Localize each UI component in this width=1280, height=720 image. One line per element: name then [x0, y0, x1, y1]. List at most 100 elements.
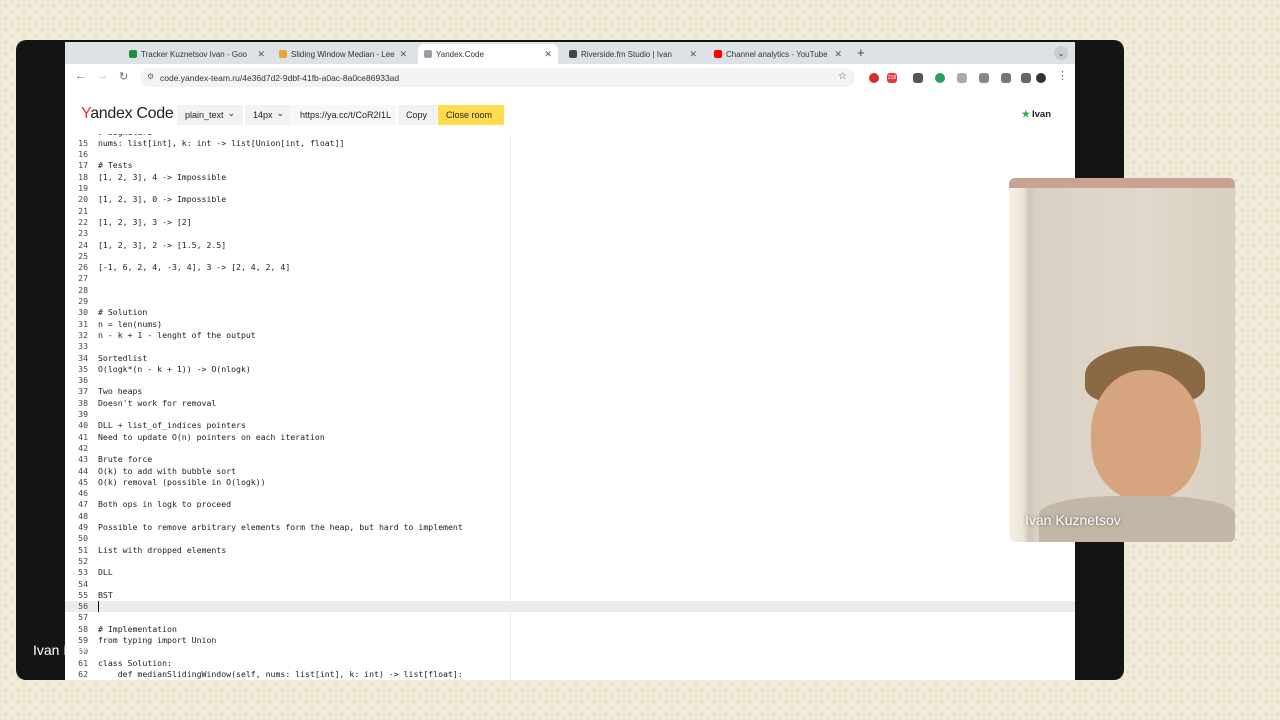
code-line[interactable]: 36: [65, 375, 1075, 386]
line-text: Need to update O(n) pointers on each ite…: [98, 431, 325, 442]
copy-button[interactable]: Copy: [398, 105, 437, 125]
font-size-select[interactable]: 14px: [245, 105, 291, 125]
line-text: O(k) to add with bubble sort: [98, 465, 237, 476]
extension-icon[interactable]: [913, 73, 923, 83]
extension-badge-icon[interactable]: 218: [887, 73, 897, 83]
line-text: List with dropped elements: [98, 544, 227, 555]
code-line[interactable]: 47 Both ops in logk to proceed: [65, 499, 1075, 510]
extension-icon[interactable]: [957, 73, 967, 83]
code-line[interactable]: 21: [65, 206, 1075, 217]
code-line[interactable]: 33: [65, 341, 1075, 352]
code-line[interactable]: 32 n - k + 1 - lenght of the output: [65, 330, 1075, 341]
bookmark-star-icon[interactable]: ☆: [838, 71, 847, 82]
code-line[interactable]: 30 # Solution: [65, 307, 1075, 318]
code-line[interactable]: 28: [65, 285, 1075, 296]
code-line[interactable]: 25: [65, 251, 1075, 262]
text-cursor: [98, 601, 99, 613]
tab-favicon-icon: [569, 50, 577, 58]
code-line[interactable]: 16: [65, 149, 1075, 160]
tab-close-icon[interactable]: ✕: [544, 49, 552, 60]
code-line[interactable]: 35 O(logk*(n - k + 1)) -> O(nlogk): [65, 364, 1075, 375]
line-text: O(logk*(n - k + 1)) -> O(nlogk): [98, 363, 251, 374]
extension-icon[interactable]: [979, 73, 989, 83]
yandex-code-logo[interactable]: Yandex Code: [81, 105, 174, 123]
code-line[interactable]: 31 n = len(nums): [65, 319, 1075, 330]
user-badge[interactable]: ★ Ivan: [1021, 109, 1051, 120]
line-number: 57: [78, 612, 88, 623]
code-line[interactable]: 57: [65, 612, 1075, 623]
code-line[interactable]: 27: [65, 273, 1075, 284]
tab-search-chevron-icon[interactable]: ⌄: [1054, 46, 1068, 60]
code-line[interactable]: 50: [65, 533, 1075, 544]
line-text: [1, 2, 3], 0 -> Impossible: [98, 194, 227, 205]
browser-tab[interactable]: Tracker Kuznetsov Ivan - Goo ✕: [123, 44, 271, 64]
line-number: 19: [78, 183, 88, 193]
code-line[interactable]: 15 nums: list[int], k: int -> list[Union[…: [65, 138, 1075, 149]
code-line[interactable]: 22 [1, 2, 3], 3 -> [2]: [65, 217, 1075, 228]
code-line[interactable]: 20 [1, 2, 3], 0 -> Impossible: [65, 194, 1075, 205]
sidebar-icon[interactable]: [1021, 73, 1031, 83]
code-line[interactable]: 44 O(k) to add with bubble sort: [65, 466, 1075, 477]
line-text: # Solution: [98, 307, 148, 318]
code-line[interactable]: 60: [65, 646, 1075, 657]
code-line[interactable]: 55 BST: [65, 590, 1075, 601]
code-line[interactable]: 24 [1, 2, 3], 2 -> [1.5, 2.5]: [65, 240, 1075, 251]
profile-avatar-icon[interactable]: [1036, 73, 1046, 83]
tab-close-icon[interactable]: ✕: [399, 49, 407, 60]
site-info-icon[interactable]: ⚙: [147, 72, 154, 81]
code-line[interactable]: 39: [65, 409, 1075, 420]
code-line[interactable]: 62 def medianSlidingWindow(self, nums: l…: [65, 669, 1075, 680]
code-line[interactable]: 54: [65, 579, 1075, 590]
code-line[interactable]: 51 List with dropped elements: [65, 545, 1075, 556]
code-line[interactable]: 41 Need to update O(n) pointers on each i…: [65, 432, 1075, 443]
line-number: 23: [78, 228, 88, 239]
code-line[interactable]: 53 DLL: [65, 567, 1075, 578]
code-line[interactable]: 34 Sortedlist: [65, 353, 1075, 364]
browser-tab[interactable]: Riverside.fm Studio | Ivan ✕: [563, 44, 703, 64]
code-line[interactable]: 26 [-1, 6, 2, 4, -3, 4], 3 -> [2, 4, 2, 4…: [65, 262, 1075, 273]
more-menu-icon[interactable]: ⋮: [1057, 69, 1068, 82]
code-line[interactable]: 56: [65, 601, 1075, 613]
browser-tab[interactable]: Yandex.Code ✕: [418, 44, 558, 64]
code-line[interactable]: 48: [65, 511, 1075, 522]
url-input[interactable]: ⚙ code.yandex-team.ru/4e36d7d2-9dbf-41fb…: [140, 68, 855, 87]
line-number: 43: [78, 454, 88, 465]
line-number: 51: [78, 544, 88, 555]
room-link-field[interactable]: https://ya.cc/t/CoR2I1L: [292, 105, 396, 125]
reload-icon[interactable]: ↻: [119, 70, 128, 83]
tab-close-icon[interactable]: ✕: [257, 49, 265, 60]
code-line[interactable]: 61 class Solution:: [65, 658, 1075, 669]
line-number: 38: [78, 397, 88, 408]
forward-arrow-icon[interactable]: →: [97, 70, 108, 82]
code-line[interactable]: 42: [65, 443, 1075, 454]
browser-tab[interactable]: Sliding Window Median - Leet ✕: [273, 44, 413, 64]
tab-close-icon[interactable]: ✕: [689, 49, 697, 60]
code-line[interactable]: 38 Doesn't work for removal: [65, 398, 1075, 409]
code-line[interactable]: 40 DLL + list_of_indices pointers: [65, 420, 1075, 431]
code-line[interactable]: 58 # Implementation: [65, 624, 1075, 635]
code-line[interactable]: 19: [65, 183, 1075, 194]
back-arrow-icon[interactable]: ←: [75, 70, 86, 82]
syntax-select[interactable]: plain_text: [177, 105, 243, 125]
code-line[interactable]: 46: [65, 488, 1075, 499]
close-room-button[interactable]: Close room: [438, 105, 504, 125]
grammarly-icon[interactable]: [935, 73, 945, 83]
code-line[interactable]: 59 from typing import Union: [65, 635, 1075, 646]
code-line[interactable]: 29: [65, 296, 1075, 307]
line-number: 34: [78, 352, 88, 363]
code-line[interactable]: 17 # Tests: [65, 160, 1075, 171]
code-editor[interactable]: # Signature15nums: list[int], k: int -> …: [65, 134, 1075, 680]
code-line[interactable]: 18 [1, 2, 3], 4 -> Impossible: [65, 172, 1075, 183]
new-tab-button[interactable]: +: [857, 45, 865, 60]
tab-close-icon[interactable]: ✕: [834, 49, 842, 60]
opera-extension-icon[interactable]: [869, 73, 879, 83]
code-line[interactable]: 37 Two heaps: [65, 386, 1075, 397]
code-line[interactable]: 43 Brute force: [65, 454, 1075, 465]
code-line[interactable]: 23: [65, 228, 1075, 239]
browser-tab[interactable]: Channel analytics - YouTube ✕: [708, 44, 848, 64]
puzzle-icon[interactable]: [1001, 73, 1011, 83]
line-text: Both ops in logk to proceed: [98, 499, 232, 510]
code-line[interactable]: 45 O(k) removal (possible in O(logk)): [65, 477, 1075, 488]
code-line[interactable]: 49 Possible to remove arbitrary elements …: [65, 522, 1075, 533]
code-line[interactable]: 52: [65, 556, 1075, 567]
